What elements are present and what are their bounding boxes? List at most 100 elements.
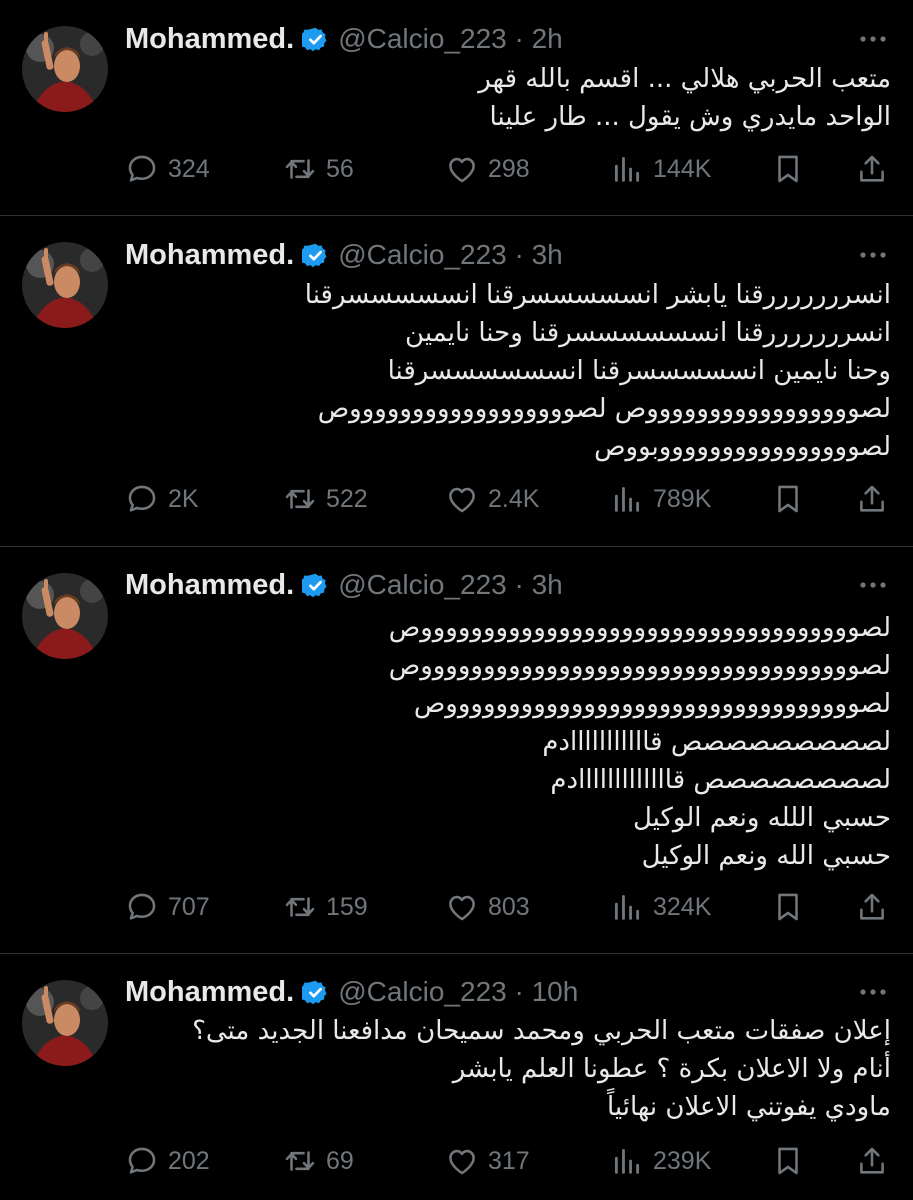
tweet-line: وحنا نايمين انسسسسسرقنا انسسسسسسرقنا: [387, 356, 891, 386]
bookmark-icon: [778, 1147, 798, 1175]
author-name[interactable]: Mohammed.: [125, 23, 294, 56]
share-button[interactable]: [855, 1139, 889, 1183]
retweet-count: 56: [326, 154, 354, 183]
author-name[interactable]: Mohammed.: [125, 976, 294, 1009]
tweet-line: لصصصصصصصصص قااااااااااادم: [542, 727, 891, 757]
heart-icon: [449, 1149, 475, 1175]
tweet-text: لصوووووووووووووووووووووووووووووووووووص ل…: [125, 609, 891, 875]
retweet-count: 159: [326, 892, 368, 921]
heart-icon: [449, 487, 475, 513]
like-button[interactable]: 803: [445, 885, 530, 929]
verified-badge-icon: [299, 572, 329, 599]
share-icon: [860, 893, 884, 920]
handle-and-time[interactable]: @Calcio_223 · 3h: [338, 239, 563, 271]
bookmark-icon: [778, 155, 798, 183]
views-button[interactable]: 144K: [610, 147, 711, 191]
like-button[interactable]: 317: [445, 1139, 530, 1183]
retweet-button[interactable]: 69: [283, 1139, 354, 1183]
tweet-text: متعب الحربي هلالي ... اقسم بالله قهر الو…: [125, 60, 891, 136]
retweet-button[interactable]: 56: [283, 147, 354, 191]
retweet-icon: [285, 159, 315, 179]
like-count: 298: [488, 154, 530, 183]
like-button[interactable]: 298: [445, 147, 530, 191]
action-bar: 324 56 298 144K: [125, 147, 895, 191]
bookmark-button[interactable]: [771, 147, 805, 191]
more-dots-icon[interactable]: [855, 21, 891, 57]
speech-bubble-icon: [128, 485, 156, 512]
bar-chart-icon: [614, 1148, 640, 1174]
tweet-line: لصوووووووووووووووووووووووووووووووووووص: [388, 613, 891, 643]
tweet[interactable]: Mohammed. @Calcio_223 · 3h لصووووووووووو…: [0, 547, 913, 954]
share-icon: [860, 155, 884, 182]
tweet-line: انسرررررررقنا انسسسسسسرقنا وحنا نايمين: [405, 318, 891, 348]
tweet-line: ماودي يفوتني الاعلان نهائياً: [606, 1092, 891, 1122]
speech-bubble-icon: [128, 893, 156, 920]
tweet-line: متعب الحربي هلالي ... اقسم بالله قهر: [478, 64, 891, 94]
author-name[interactable]: Mohammed.: [125, 239, 294, 272]
tweet-line: إعلان صفقات متعب الحربي ومحمد سميحان مدا…: [192, 1016, 891, 1046]
like-count: 317: [488, 1146, 530, 1175]
avatar[interactable]: [22, 573, 108, 659]
tweet-line: حسبي الله ونعم الوكيل: [641, 841, 891, 871]
action-bar: 707 159 803 324K: [125, 885, 895, 929]
tweet-line: لصصصصصصصص قااااااااااااادم: [550, 765, 891, 795]
views-button[interactable]: 324K: [610, 885, 711, 929]
tweet-line: حسبي اللله ونعم الوكيل: [632, 803, 891, 833]
retweet-icon: [285, 1151, 315, 1171]
more-dots-icon[interactable]: [855, 974, 891, 1010]
reply-button[interactable]: 202: [125, 1139, 210, 1183]
share-button[interactable]: [855, 477, 889, 521]
handle-and-time[interactable]: @Calcio_223 · 2h: [338, 23, 563, 55]
bookmark-button[interactable]: [771, 885, 805, 929]
more-dots-icon[interactable]: [855, 567, 891, 603]
avatar[interactable]: [22, 980, 108, 1066]
share-button[interactable]: [855, 885, 889, 929]
retweet-button[interactable]: 159: [283, 885, 368, 929]
like-count: 2.4K: [488, 484, 540, 513]
more-dots-icon[interactable]: [855, 237, 891, 273]
like-count: 803: [488, 892, 530, 921]
action-bar: 202 69 317 239K: [125, 1139, 895, 1183]
reply-count: 2K: [168, 484, 199, 513]
tweet-text: انسرررررررقنا يابشر انسسسسسرقنا انسسسسسر…: [125, 276, 891, 466]
handle-and-time[interactable]: @Calcio_223 · 10h: [338, 976, 578, 1008]
tweet[interactable]: Mohammed. @Calcio_223 · 2h متعب الحربي ه…: [0, 0, 913, 216]
tweet[interactable]: Mohammed. @Calcio_223 · 10h إعلان صفقات …: [0, 954, 913, 1200]
avatar[interactable]: [22, 242, 108, 328]
retweet-icon: [285, 897, 315, 917]
reply-button[interactable]: 2K: [125, 477, 199, 521]
retweet-button[interactable]: 522: [283, 477, 368, 521]
speech-bubble-icon: [128, 1147, 156, 1174]
retweet-count: 69: [326, 1146, 354, 1175]
verified-badge-icon: [299, 26, 329, 53]
reply-button[interactable]: 324: [125, 147, 210, 191]
bookmark-button[interactable]: [771, 477, 805, 521]
reply-count: 202: [168, 1146, 210, 1175]
like-button[interactable]: 2.4K: [445, 477, 539, 521]
speech-bubble-icon: [128, 155, 156, 182]
bookmark-button[interactable]: [771, 1139, 805, 1183]
author-name[interactable]: Mohammed.: [125, 569, 294, 602]
bar-chart-icon: [614, 156, 640, 182]
bar-chart-icon: [614, 894, 640, 920]
tweet-line: لصووووووووووووووووبووص: [594, 432, 891, 462]
views-count: 324K: [653, 892, 712, 921]
views-count: 239K: [653, 1146, 712, 1175]
avatar[interactable]: [22, 26, 108, 112]
bookmark-icon: [778, 485, 798, 513]
reply-button[interactable]: 707: [125, 885, 210, 929]
handle-and-time[interactable]: @Calcio_223 · 3h: [338, 569, 563, 601]
tweet-line: الواحد مايدري وش يقول ... طار علينا: [489, 102, 891, 132]
reply-count: 707: [168, 892, 210, 921]
tweet[interactable]: Mohammed. @Calcio_223 · 3h انسرررررررقنا…: [0, 216, 913, 547]
views-button[interactable]: 239K: [610, 1139, 711, 1183]
share-button[interactable]: [855, 147, 889, 191]
share-icon: [860, 1147, 884, 1174]
verified-badge-icon: [299, 979, 329, 1006]
bookmark-icon: [778, 893, 798, 921]
tweet-line: انسرررررررقنا يابشر انسسسسسرقنا انسسسسسر…: [304, 280, 891, 310]
views-button[interactable]: 789K: [610, 477, 711, 521]
views-count: 789K: [653, 484, 712, 513]
verified-badge-icon: [299, 242, 329, 269]
action-bar: 2K 522 2.4K 789K: [125, 477, 895, 521]
